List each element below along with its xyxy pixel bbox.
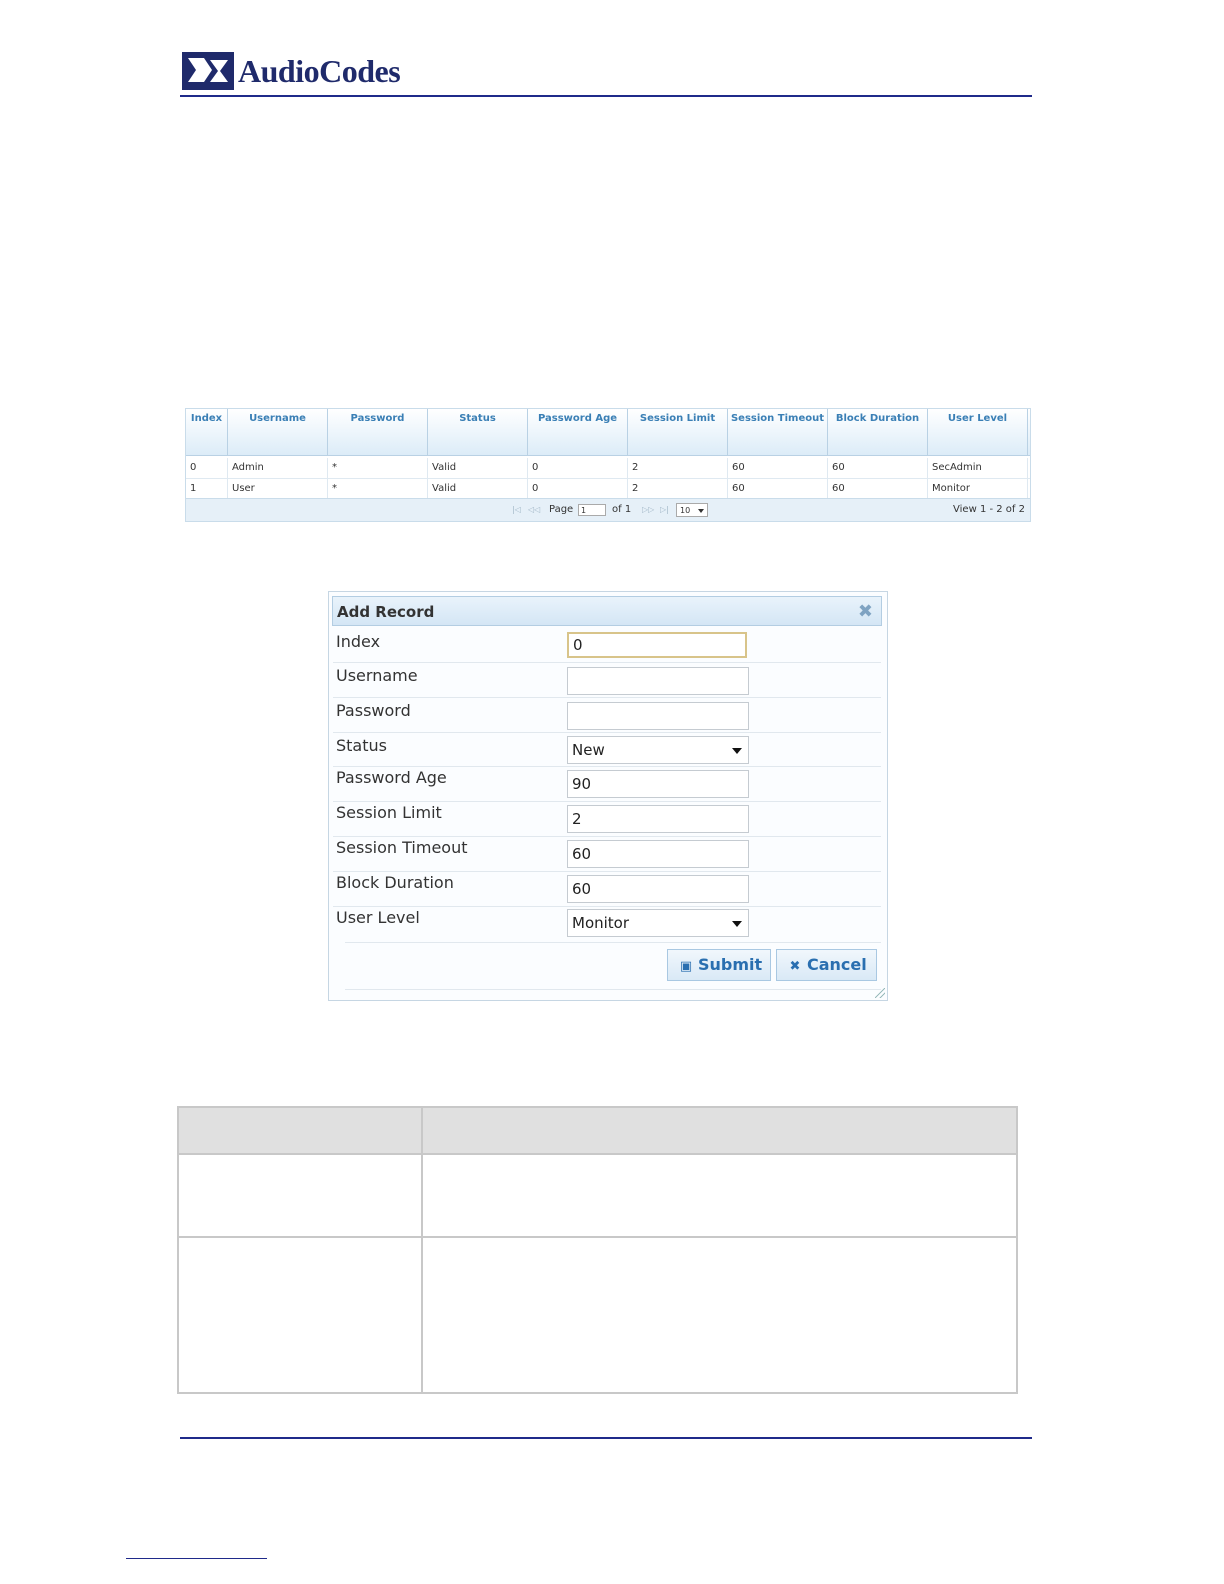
- form-row-block-duration: Block Duration 60: [333, 872, 881, 907]
- rows-per-page-value: 10: [680, 506, 691, 515]
- username-field[interactable]: [567, 667, 749, 695]
- table-cell: *: [328, 458, 428, 478]
- header-rule: [180, 95, 1032, 97]
- dialog-footer: ▣ Submit ✖ Cancel: [345, 942, 881, 990]
- index-field[interactable]: 0: [567, 632, 747, 658]
- audiocodes-logo: AudioCodes: [182, 50, 401, 92]
- table-cell: Admin: [228, 458, 328, 478]
- last-page-icon[interactable]: ▷|: [660, 505, 669, 514]
- column-header[interactable]: Block Duration: [828, 409, 928, 455]
- column-header[interactable]: Username: [228, 409, 328, 455]
- field-label: Index: [336, 632, 381, 651]
- table-cell: 1: [186, 479, 228, 499]
- table-cell: User: [228, 479, 328, 499]
- audiocodes-logo-icon: [182, 52, 234, 90]
- rows-per-page-select[interactable]: 10: [676, 503, 708, 517]
- field-label: Session Timeout: [336, 838, 468, 857]
- table-cell: 60: [728, 458, 828, 478]
- status-select[interactable]: New: [567, 736, 749, 764]
- save-icon: ▣: [679, 959, 693, 974]
- form-row-session-limit: Session Limit 2: [333, 802, 881, 837]
- table-cell: *: [328, 479, 428, 499]
- table-pager: |◁ ◁◁ Page 1 of 1 ▷▷ ▷| 10 View 1 - 2 of…: [186, 498, 1030, 521]
- table-cell: 0: [528, 458, 628, 478]
- dialog-titlebar[interactable]: Add Record ✖: [332, 596, 882, 626]
- page-number-input[interactable]: 1: [578, 504, 606, 516]
- dropdown-arrow-icon: [732, 921, 742, 927]
- user-level-select-value: Monitor: [572, 914, 630, 932]
- password-field[interactable]: [567, 702, 749, 730]
- resize-grip-icon[interactable]: [875, 988, 885, 998]
- form-row-password: Password: [333, 698, 881, 733]
- field-label: Status: [336, 736, 387, 755]
- field-label: Password: [336, 701, 411, 720]
- table-cell: 0: [528, 479, 628, 499]
- dropdown-arrow-icon: [698, 509, 704, 513]
- column-header[interactable]: Status: [428, 409, 528, 455]
- table-row[interactable]: 1 User * Valid 0 2 60 60 Monitor: [186, 479, 1030, 500]
- table-cell: Monitor: [928, 479, 1028, 499]
- dialog-title: Add Record: [337, 603, 435, 621]
- next-page-icon[interactable]: ▷▷: [642, 505, 654, 514]
- view-count-text: View 1 - 2 of 2: [953, 504, 1025, 515]
- logo-text: AudioCodes: [238, 52, 401, 89]
- first-page-icon[interactable]: |◁: [512, 505, 521, 514]
- column-header[interactable]: Index: [186, 409, 228, 455]
- page-count-label: of 1: [612, 504, 632, 515]
- column-header[interactable]: User Level: [928, 409, 1028, 455]
- field-label: User Level: [336, 908, 420, 927]
- table-cell: 2: [628, 458, 728, 478]
- footnote-rule: [126, 1558, 267, 1559]
- user-level-select[interactable]: Monitor: [567, 909, 749, 937]
- submit-label: Submit: [698, 955, 763, 974]
- column-header[interactable]: Password Age: [528, 409, 628, 455]
- column-header[interactable]: Session Limit: [628, 409, 728, 455]
- session-timeout-field[interactable]: 60: [567, 840, 749, 868]
- parameter-description-table: [177, 1106, 1018, 1394]
- add-record-dialog: Add Record ✖ Index 0 Username Password S…: [328, 591, 888, 1001]
- page-label: Page: [549, 504, 574, 515]
- form-row-user-level: User Level Monitor: [333, 907, 881, 941]
- field-label: Session Limit: [336, 803, 442, 822]
- table-cell: 60: [828, 458, 928, 478]
- form-row-status: Status New: [333, 733, 881, 767]
- form-row-session-timeout: Session Timeout 60: [333, 837, 881, 872]
- form-row-index: Index 0: [333, 628, 881, 663]
- row-divider: [179, 1236, 1016, 1238]
- cancel-icon: ✖: [789, 959, 801, 974]
- table-cell: 60: [728, 479, 828, 499]
- submit-button[interactable]: ▣ Submit: [667, 949, 771, 981]
- table-cell: 2: [628, 479, 728, 499]
- table-cell: 0: [186, 458, 228, 478]
- block-duration-field[interactable]: 60: [567, 875, 749, 903]
- footer-rule: [180, 1437, 1032, 1439]
- field-label: Block Duration: [336, 873, 454, 892]
- form-row-username: Username: [333, 663, 881, 698]
- close-icon[interactable]: ✖: [858, 601, 873, 622]
- status-select-value: New: [572, 741, 605, 759]
- table-cell: Valid: [428, 458, 528, 478]
- column-header[interactable]: Session Timeout: [728, 409, 828, 455]
- cancel-button[interactable]: ✖ Cancel: [776, 949, 877, 981]
- table-cell: Valid: [428, 479, 528, 499]
- users-table: Index Username Password Status Password …: [185, 408, 1031, 522]
- field-label: Password Age: [336, 768, 447, 787]
- field-label: Username: [336, 666, 418, 685]
- column-header[interactable]: Password: [328, 409, 428, 455]
- prev-page-icon[interactable]: ◁◁: [528, 505, 540, 514]
- session-limit-field[interactable]: 2: [567, 805, 749, 833]
- form-row-password-age: Password Age 90: [333, 767, 881, 802]
- column-divider: [421, 1108, 423, 1392]
- table-header: [179, 1108, 1016, 1155]
- password-age-field[interactable]: 90: [567, 770, 749, 798]
- table-cell: SecAdmin: [928, 458, 1028, 478]
- dropdown-arrow-icon: [732, 748, 742, 754]
- table-cell: 60: [828, 479, 928, 499]
- users-table-header: Index Username Password Status Password …: [186, 409, 1030, 456]
- cancel-label: Cancel: [807, 955, 867, 974]
- table-row[interactable]: 0 Admin * Valid 0 2 60 60 SecAdmin: [186, 458, 1030, 479]
